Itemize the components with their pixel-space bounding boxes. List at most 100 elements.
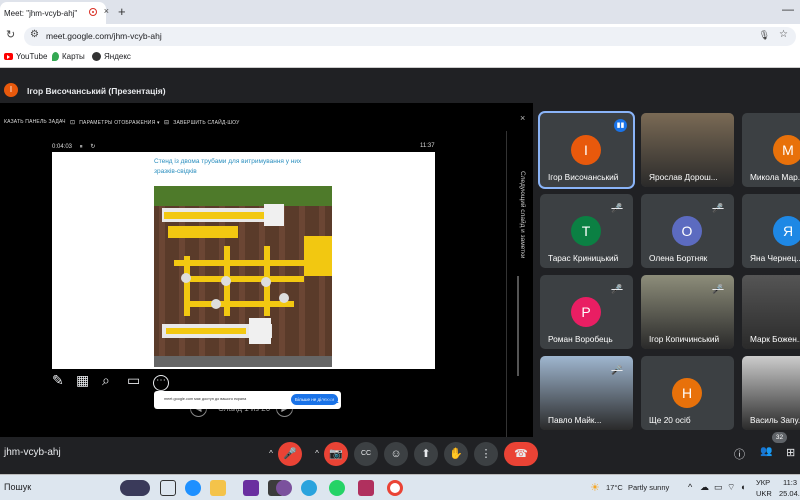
- participant-name: Василь Запу...: [750, 415, 800, 425]
- telegram-icon[interactable]: [301, 480, 317, 496]
- participant-tile[interactable]: 🎤Марк Божен...: [742, 275, 800, 349]
- tab-title: Meet: "jhm-vcyb-ahj": [4, 8, 78, 18]
- edge-icon[interactable]: [185, 480, 201, 496]
- chrome-icon[interactable]: [387, 480, 403, 496]
- participant-tile[interactable]: Василь Запу...: [742, 356, 800, 430]
- url-text: meet.google.com/jhm-vcyb-ahj: [46, 31, 162, 41]
- bookmark-star-icon[interactable]: ☆: [779, 29, 788, 40]
- input-language-bottom[interactable]: UKR: [756, 489, 772, 498]
- participant-tile[interactable]: Ярослав Дорош...: [641, 113, 734, 187]
- speaking-indicator-icon: ▮▮: [614, 119, 627, 132]
- captions-button[interactable]: CC: [354, 442, 378, 466]
- task-view-icon[interactable]: [160, 480, 176, 496]
- bookmark-youtube[interactable]: YouTube: [4, 52, 47, 61]
- reload-button[interactable]: ↻: [6, 28, 15, 41]
- youtube-icon: [4, 53, 13, 60]
- site-info-icon[interactable]: ⚙: [30, 29, 39, 40]
- participant-tile[interactable]: 🎤 Ігор Копичинський: [641, 275, 734, 349]
- tray-cloud-icon[interactable]: ☁: [700, 482, 709, 493]
- new-tab-button[interactable]: +: [118, 4, 126, 19]
- show-taskbar-button[interactable]: КАЗАТЬ ПАНЕЛЬ ЗАДАЧ: [4, 119, 66, 125]
- address-bar[interactable]: ⚙ meet.google.com/jhm-vcyb-ahj 🎙 ☆: [24, 27, 796, 46]
- participant-name: Роман Воробець: [548, 334, 613, 344]
- video-options-chevron-icon[interactable]: ^: [310, 447, 324, 461]
- recording-icon: [89, 8, 97, 16]
- maps-icon: [52, 52, 59, 61]
- input-language-top[interactable]: УКР: [756, 478, 770, 487]
- slide-photo: [154, 186, 332, 367]
- participant-tile[interactable]: Р 🎤 Роман Воробець: [540, 275, 633, 349]
- bookmark-label: YouTube: [16, 52, 48, 61]
- window-minimize-button[interactable]: —: [782, 2, 794, 16]
- presentation-title: Ігор Височанський (Презентація): [27, 86, 166, 96]
- current-slide: Стенд із двома трубами для витримування …: [52, 152, 435, 369]
- clock-date[interactable]: 25.04.2: [779, 489, 800, 498]
- tray-volume-icon[interactable]: ◖: [740, 482, 745, 492]
- camera-off-button[interactable]: 📷: [324, 442, 348, 466]
- widget-image-icon[interactable]: [120, 480, 150, 496]
- browser-toolbar: ↻ ⚙ meet.google.com/jhm-vcyb-ahj 🎙 ☆: [0, 24, 800, 48]
- pen-tool-icon[interactable]: ✎: [52, 372, 64, 389]
- participant-tile[interactable]: Я🎤Яна Чернец...: [742, 194, 800, 268]
- bookmark-label: Яндекс: [104, 52, 131, 61]
- audio-options-chevron-icon[interactable]: ^: [264, 447, 278, 461]
- close-icon[interactable]: ×: [520, 113, 525, 123]
- avatar: Я: [773, 216, 800, 246]
- browser-tab[interactable]: Meet: "jhm-vcyb-ahj" ×: [0, 2, 109, 24]
- screen-icon[interactable]: ▭: [127, 372, 140, 389]
- participant-tile[interactable]: Т 🎤 Тарас Криницький: [540, 194, 633, 268]
- slide-title: Стенд із двома трубами для витримування …: [154, 158, 302, 175]
- zoom-icon[interactable]: ⌕: [102, 372, 110, 389]
- more-options-button[interactable]: ⋮: [474, 442, 498, 466]
- notes-divider[interactable]: [517, 276, 519, 376]
- browser-tab-strip: Meet: "jhm-vcyb-ahj" × + —: [0, 0, 800, 24]
- viber-icon[interactable]: [276, 480, 292, 496]
- pause-icon[interactable]: ⏸: [80, 144, 83, 150]
- mic-off-button[interactable]: 🎤: [278, 442, 302, 466]
- participant-tile[interactable]: Н Ще 20 осіб: [641, 356, 734, 430]
- raise-hand-button[interactable]: ✋: [444, 442, 468, 466]
- app-icon[interactable]: [358, 480, 374, 496]
- participant-name: Марк Божен...: [750, 334, 800, 344]
- notes-panel: Следующий слайд и заметки: [506, 131, 530, 441]
- file-explorer-icon[interactable]: [210, 480, 226, 496]
- ms-teams-icon[interactable]: [243, 480, 259, 496]
- participant-name: Яна Чернец...: [750, 253, 800, 263]
- mic-permission-icon[interactable]: 🎙: [759, 30, 770, 41]
- meeting-info-icon[interactable]: ⓘ: [734, 446, 745, 462]
- tray-battery-icon[interactable]: ▭: [714, 482, 723, 493]
- present-button[interactable]: ⬆: [414, 442, 438, 466]
- end-slideshow-button[interactable]: ⊟ ЗАВЕРШИТЬ СЛАЙД-ШОУ: [164, 119, 240, 126]
- weather-desc: Partly sunny: [628, 483, 670, 492]
- participant-tile[interactable]: 🎤 Павло Майк...: [540, 356, 633, 430]
- whatsapp-icon[interactable]: [329, 480, 345, 496]
- yandex-icon: [92, 52, 101, 61]
- hide-toast-link[interactable]: Сховати: [321, 397, 338, 402]
- avatar: І: [571, 135, 601, 165]
- activities-icon[interactable]: ⊞: [786, 446, 795, 459]
- bookmark-yandex[interactable]: Яндекс: [92, 52, 131, 61]
- avatar: Р: [571, 297, 601, 327]
- end-call-button[interactable]: ☎: [504, 442, 538, 466]
- restart-icon[interactable]: ↻: [90, 144, 95, 150]
- weather-temp: 17°C: [606, 483, 623, 492]
- participant-name: Ігор Копичинський: [649, 334, 720, 344]
- tray-wifi-icon[interactable]: ⌔: [727, 482, 735, 493]
- bookmark-maps[interactable]: Карты: [52, 52, 85, 61]
- emoji-button[interactable]: ☺: [384, 442, 408, 466]
- tab-close-icon[interactable]: ×: [104, 6, 109, 16]
- taskbar-search[interactable]: Пошук: [4, 482, 31, 492]
- participant-name: Олена Бортняк: [649, 253, 708, 263]
- more-options-icon[interactable]: ⋯: [153, 375, 169, 391]
- tray-chevron-icon[interactable]: ^: [688, 482, 692, 492]
- participant-tile[interactable]: О 🎤 Олена Бортняк: [641, 194, 734, 268]
- participant-name: Ярослав Дорош...: [649, 172, 718, 182]
- people-icon[interactable]: 👥: [760, 446, 772, 457]
- participant-tile[interactable]: І ▮▮ Ігор Височанський: [538, 111, 635, 189]
- display-settings-button[interactable]: ⊡ ПАРАМЕТРЫ ОТОБРАЖЕНИЯ ▾: [70, 119, 160, 126]
- participant-tile[interactable]: М Микола Мар...: [742, 113, 800, 187]
- clock-time[interactable]: 11:3: [783, 478, 797, 487]
- participant-name: Ще 20 осіб: [649, 415, 691, 425]
- avatar: О: [672, 216, 702, 246]
- grid-view-icon[interactable]: ▦: [76, 372, 89, 389]
